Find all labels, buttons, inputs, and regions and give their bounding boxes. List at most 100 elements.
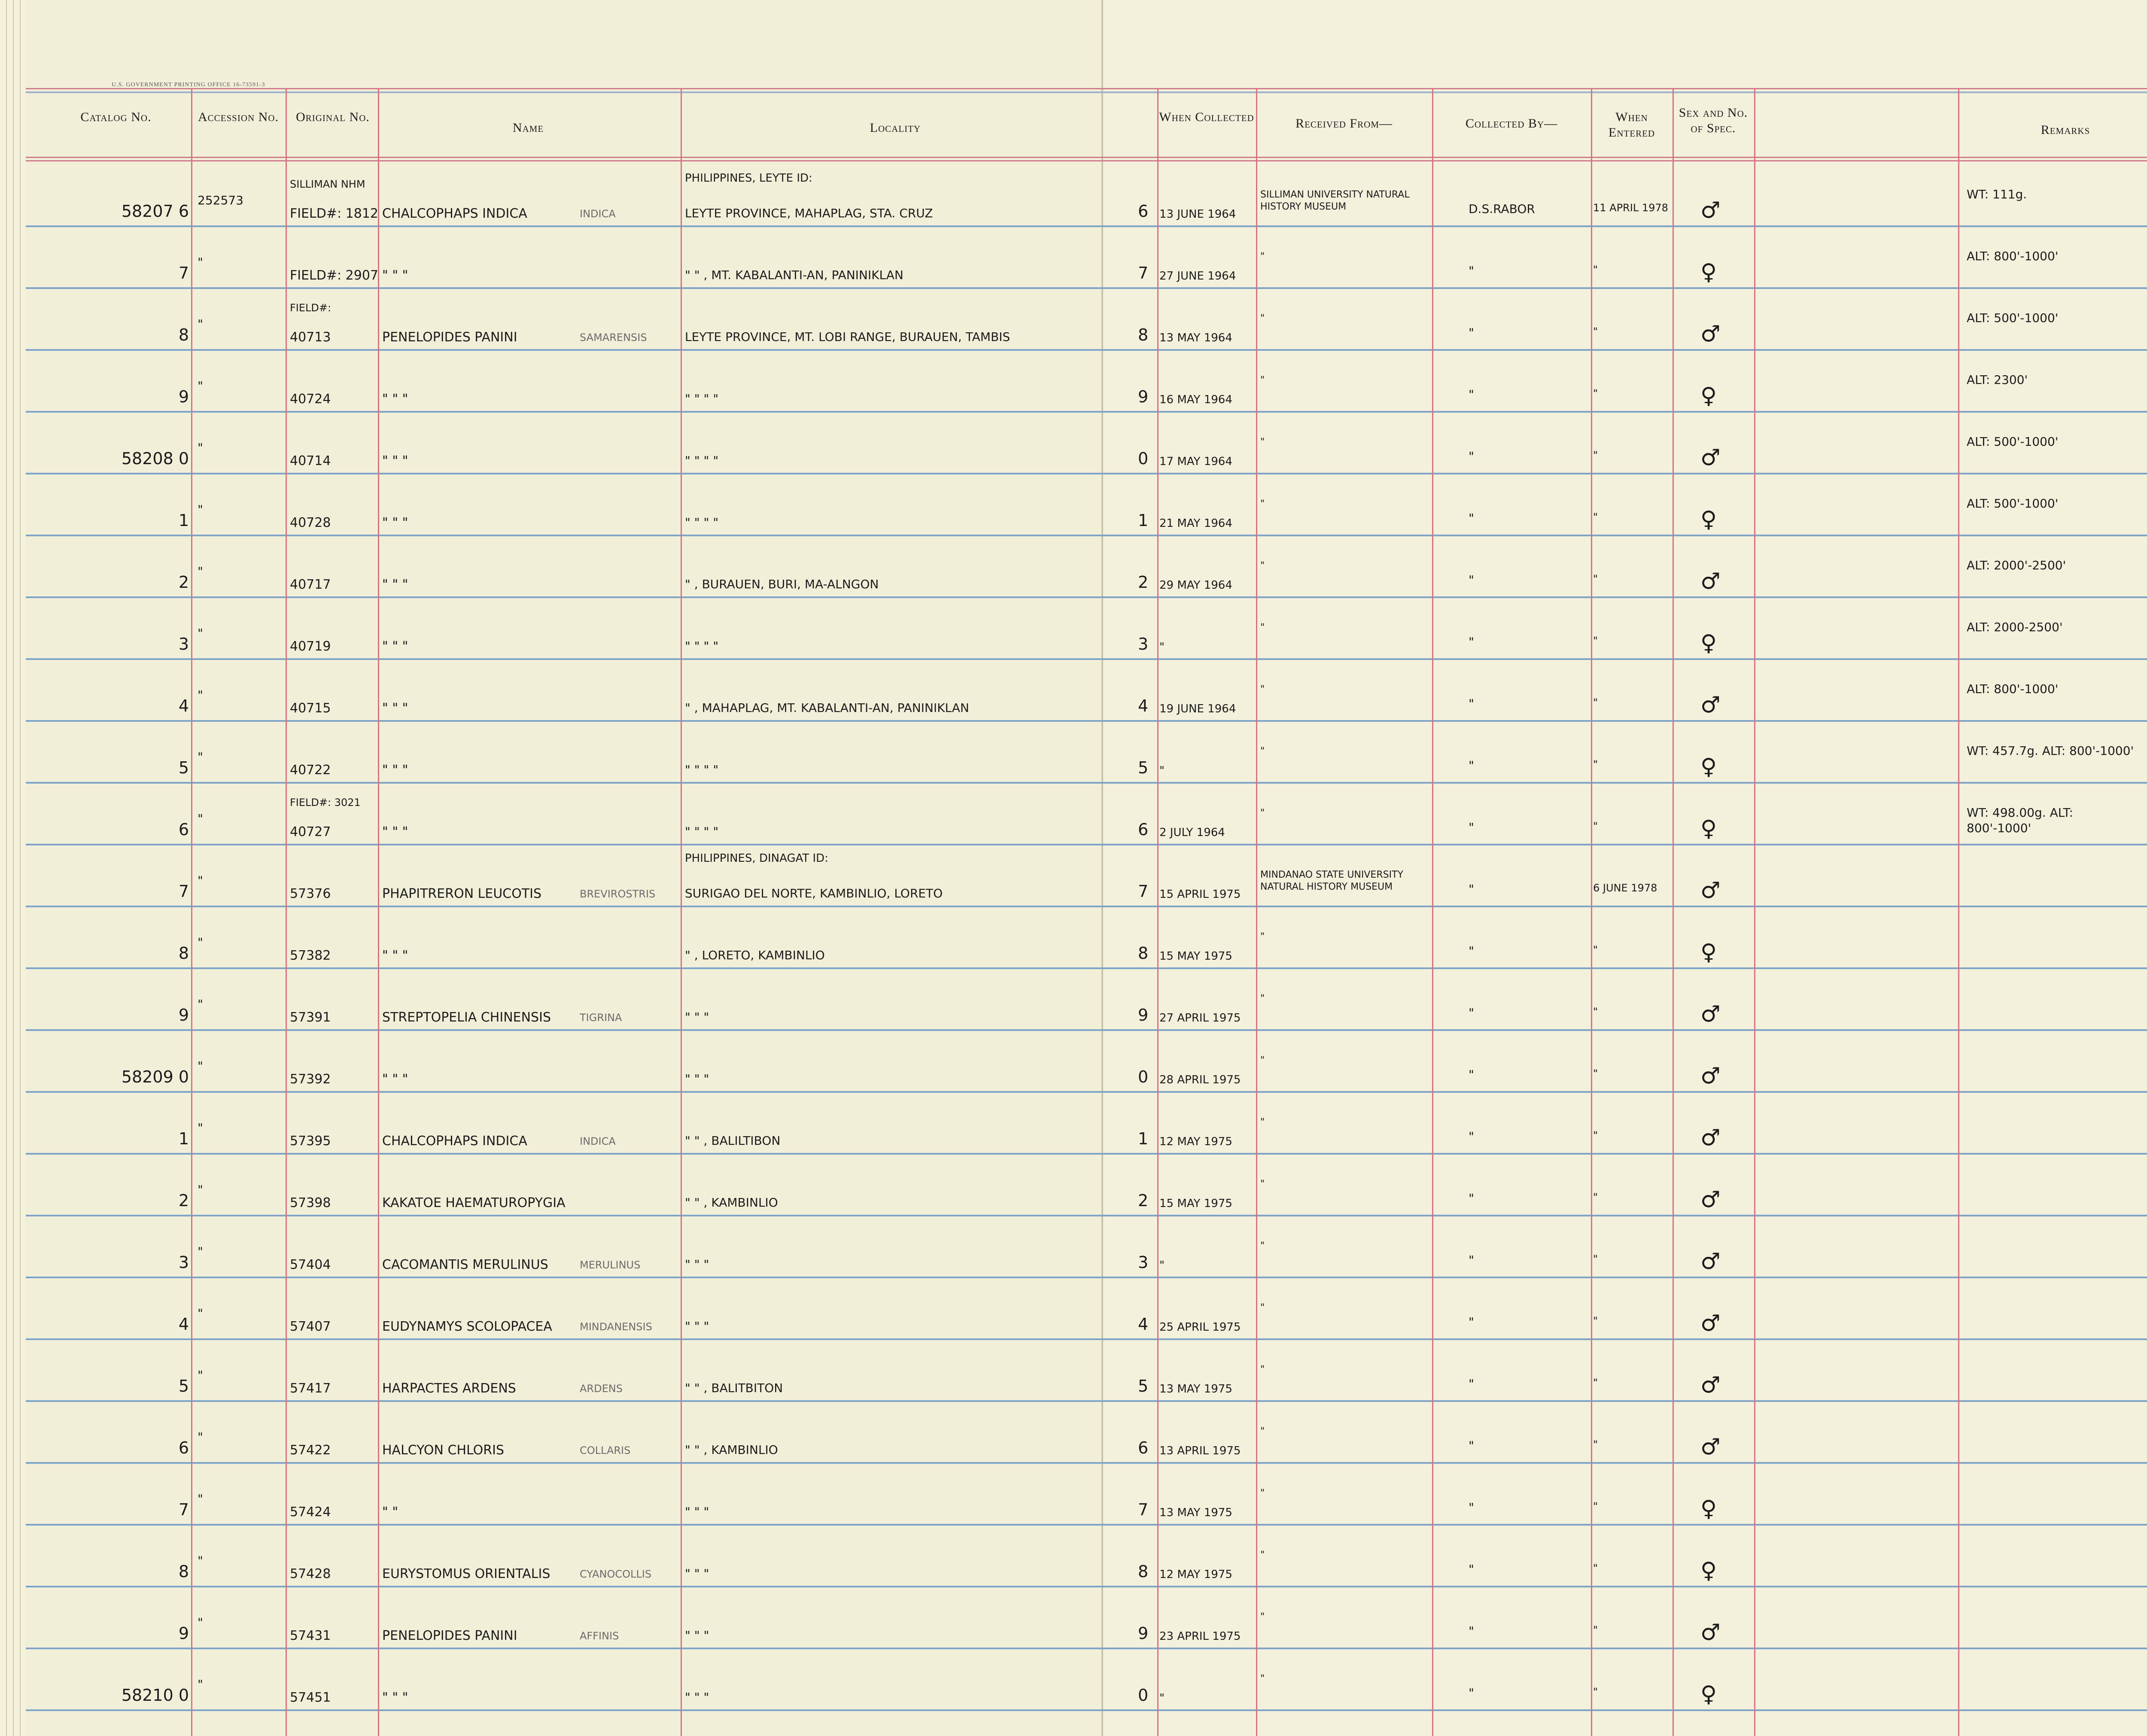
- received-from: ": [1260, 1611, 1265, 1622]
- accession-number: ": [198, 812, 203, 826]
- locality: LEYTE PROVINCE, MAHAPLAG, STA. CRUZ: [685, 206, 933, 220]
- received-from: ": [1260, 1055, 1265, 1066]
- sex: ♂: [1700, 1249, 1721, 1274]
- header-bottom-rule: [26, 157, 2147, 158]
- specimen-name: EUDYNAMYS SCOLOPACEA: [382, 1319, 552, 1334]
- collected-by: ": [1469, 449, 1474, 463]
- catalog-number: 58208 0: [121, 449, 189, 468]
- specimen-name: " " ": [382, 824, 408, 839]
- when-entered: ": [1593, 573, 1598, 585]
- when-entered: ": [1593, 1624, 1598, 1636]
- received-from: ": [1260, 1302, 1265, 1313]
- collected-day-digit: 8: [1138, 944, 1149, 963]
- sex: ♀: [1700, 939, 1717, 965]
- remarks: ALT: 800'-1000': [1967, 682, 2059, 696]
- page-edge: [7, 0, 14, 1736]
- header-remarks: Remarks: [2041, 123, 2090, 137]
- when-collected: 12 MAY 1975: [1159, 1568, 1232, 1581]
- collected-day-digit: 9: [1138, 1006, 1149, 1025]
- accession-number: ": [198, 1615, 203, 1630]
- original-number: FIELD#: 2907: [290, 268, 379, 283]
- catalog-number: 9: [178, 1006, 189, 1025]
- column-divider: [1256, 88, 1257, 1736]
- received-from: ": [1260, 1673, 1265, 1684]
- specimen-name: " " ": [382, 763, 408, 778]
- original-number: 57392: [290, 1072, 331, 1087]
- collected-day-digit: 9: [1138, 387, 1149, 406]
- original-number: 57424: [290, 1505, 331, 1520]
- original-number-note: SILLIMAN NHM: [290, 178, 365, 190]
- column-divider: [681, 88, 682, 1736]
- when-entered: ": [1593, 1500, 1598, 1512]
- collected-day-digit: 0: [1138, 449, 1149, 468]
- original-number: 40722: [290, 763, 331, 778]
- row-rule: [26, 1338, 2147, 1340]
- collected-by: ": [1469, 1006, 1474, 1020]
- original-number-note: FIELD#:: [290, 302, 331, 314]
- when-collected: 17 MAY 1964: [1159, 455, 1232, 468]
- original-number: 57398: [290, 1195, 331, 1210]
- catalog-number: 2: [178, 573, 189, 592]
- sex: ♂: [1700, 692, 1721, 718]
- column-divider: [1754, 88, 1755, 1736]
- when-collected: 15 APRIL 1975: [1159, 888, 1241, 901]
- header-rule: [26, 91, 2147, 93]
- collected-day-digit: 9: [1138, 1624, 1149, 1643]
- locality: " " , BALILTIBON: [685, 1134, 781, 1148]
- when-entered: ": [1593, 449, 1598, 461]
- when-entered: ": [1593, 1129, 1598, 1141]
- collected-by: ": [1469, 1500, 1474, 1514]
- collected-by: ": [1469, 820, 1474, 834]
- row-rule: [26, 1586, 2147, 1587]
- locality: " , LORETO, KAMBINLIO: [685, 948, 825, 962]
- specimen-name: HARPACTES ARDENS: [382, 1381, 516, 1396]
- when-collected: 28 APRIL 1975: [1159, 1073, 1241, 1086]
- received-from: ": [1260, 1426, 1265, 1437]
- header-locality: Locality: [870, 121, 921, 135]
- row-rule: [26, 535, 2147, 536]
- accession-number: ": [198, 1492, 203, 1506]
- collected-by: ": [1469, 882, 1474, 896]
- collected-by: ": [1469, 1191, 1474, 1205]
- when-collected: 15 MAY 1975: [1159, 950, 1232, 963]
- received-from: ": [1260, 622, 1265, 633]
- sex: ♂: [1700, 1001, 1721, 1027]
- when-entered: ": [1593, 1686, 1598, 1698]
- sex: ♀: [1700, 816, 1717, 842]
- header-bottom-rule: [26, 160, 2147, 161]
- locality: " " ": [685, 1566, 709, 1581]
- row-rule: [26, 287, 2147, 289]
- header-catalog: Catalog No.: [80, 110, 152, 124]
- row-rule: [26, 1462, 2147, 1464]
- sex: ♀: [1700, 1496, 1717, 1522]
- catalog-number: 58209 0: [121, 1067, 189, 1086]
- row-rule: [26, 1648, 2147, 1649]
- locality-region: PHILIPPINES, DINAGAT ID:: [685, 852, 828, 865]
- when-entered: ": [1593, 387, 1598, 399]
- accession-number: ": [198, 1677, 203, 1691]
- original-number: 57382: [290, 948, 331, 963]
- page-edge: [0, 0, 7, 1736]
- collected-by: ": [1469, 1686, 1474, 1700]
- locality: SURIGAO DEL NORTE, KAMBINLIO, LORETO: [685, 886, 943, 900]
- collected-by: ": [1469, 635, 1474, 649]
- printer-imprint: U.S. GOVERNMENT PRINTING OFFICE 16-73591…: [112, 82, 265, 88]
- when-collected: 12 MAY 1975: [1159, 1135, 1232, 1148]
- specimen-name: " " ": [382, 701, 408, 716]
- row-rule: [26, 658, 2147, 660]
- collected-day-digit: 2: [1138, 1191, 1149, 1210]
- specimen-name: CACOMANTIS MERULINUS: [382, 1257, 548, 1272]
- when-entered: ": [1593, 325, 1598, 337]
- locality: " " , KAMBINLIO: [685, 1195, 778, 1210]
- when-collected: ": [1159, 764, 1165, 777]
- accession-number: ": [198, 564, 203, 578]
- catalog-number: 8: [178, 325, 189, 344]
- specimen-name: " " ": [382, 639, 408, 654]
- remarks: ALT: 2300': [1967, 373, 2028, 387]
- received-from: MINDANAO STATE UNIVERSITY NATURAL HISTOR…: [1260, 870, 1403, 892]
- remarks: WT: 498.00g. ALT: 800'-1000': [1967, 806, 2073, 835]
- when-entered: 6 JUNE 1978: [1593, 882, 1657, 894]
- locality: " " , MT. KABALANTI-AN, PANINIKLAN: [685, 268, 903, 282]
- when-collected: 29 MAY 1964: [1159, 579, 1232, 592]
- specimen-name: " ": [382, 1505, 398, 1520]
